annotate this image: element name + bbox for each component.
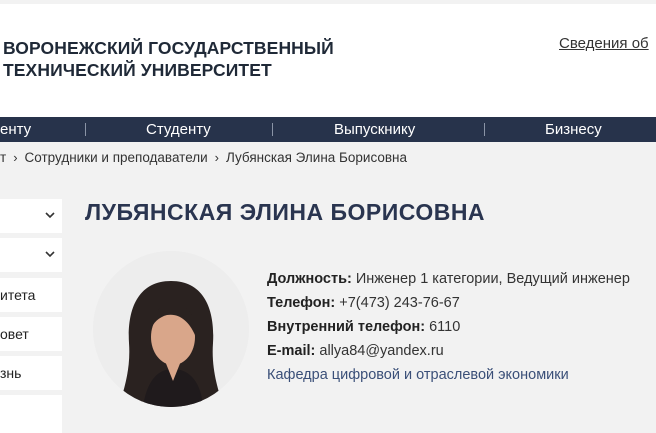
- info-link[interactable]: Сведения об: [559, 35, 649, 52]
- internal-phone-value: 6110: [429, 319, 461, 335]
- university-name-line2: ТЕХНИЧЕСКИЙ УНИВЕРСИТЕТ: [3, 60, 272, 80]
- position-value: Инженер 1 категории, Ведущий инженер: [355, 271, 630, 287]
- breadcrumb: т › Сотрудники и преподаватели › Лубянская Э…: [0, 147, 407, 169]
- breadcrumb-item-home[interactable]: т: [0, 147, 6, 169]
- internal-phone-label: Внутренний телефон:: [267, 319, 426, 335]
- department-row: Кафедра цифровой и отраслевой экономики: [267, 367, 569, 383]
- phone-row: Телефон: +7(473) 243-76-67: [267, 295, 460, 311]
- position-row: Должность: Инженер 1 категории, Ведущий …: [267, 271, 630, 287]
- email-label: E-mail:: [267, 343, 316, 359]
- university-name[interactable]: ВОРОНЕЖСКИЙ ГОСУДАРСТВЕННЫЙ ТЕХНИЧЕСКИЙ …: [3, 37, 334, 81]
- chevron-down-icon: [44, 238, 56, 272]
- sidebar-item-6[interactable]: [0, 395, 62, 433]
- chevron-down-icon: [44, 199, 56, 233]
- sidebar-item-label: овет: [0, 326, 29, 342]
- header-top-strip: [0, 0, 656, 4]
- sidebar-item-label: знь: [0, 365, 22, 381]
- university-name-line1: ВОРОНЕЖСКИЙ ГОСУДАРСТВЕННЫЙ: [3, 38, 334, 58]
- email-row: E-mail: allya84@yandex.ru: [267, 343, 444, 359]
- person-name-heading: ЛУБЯНСКАЯ ЭЛИНА БОРИСОВНА: [85, 199, 486, 225]
- sidebar-item-1[interactable]: [0, 199, 62, 233]
- breadcrumb-item-staff[interactable]: Сотрудники и преподаватели: [25, 147, 208, 169]
- chevron-right-icon: ›: [13, 150, 18, 165]
- nav-item-student[interactable]: Студенту: [146, 117, 211, 142]
- nav-item-business[interactable]: Бизнесу: [545, 117, 602, 142]
- department-link[interactable]: Кафедра цифровой и отраслевой экономики: [267, 367, 569, 383]
- main-nav: енту Студенту Выпускнику Бизнесу: [0, 117, 656, 142]
- phone-label: Телефон:: [267, 295, 336, 311]
- chevron-right-icon: ›: [214, 150, 220, 165]
- sidebar-item-2[interactable]: [0, 238, 62, 272]
- site-header: ВОРОНЕЖСКИЙ ГОСУДАРСТВЕННЫЙ ТЕХНИЧЕСКИЙ …: [0, 0, 656, 117]
- sidebar-item-4[interactable]: овет: [0, 317, 62, 351]
- position-label: Должность:: [267, 271, 352, 287]
- nav-item-graduate[interactable]: Выпускнику: [334, 117, 415, 142]
- internal-phone-row: Внутренний телефон: 6110: [267, 319, 460, 335]
- sidebar-item-label: итета: [0, 287, 36, 303]
- nav-separator: [484, 123, 485, 136]
- nav-separator: [272, 123, 273, 136]
- profile-photo: [93, 251, 249, 407]
- sidebar-item-3[interactable]: итета: [0, 278, 62, 312]
- email-value[interactable]: allya84@yandex.ru: [319, 343, 443, 359]
- nav-separator: [85, 123, 86, 136]
- sidebar-item-5[interactable]: знь: [0, 356, 62, 390]
- nav-item-applicant[interactable]: енту: [0, 117, 31, 142]
- breadcrumb-item-current: Лубянская Элина Борисовна: [226, 150, 407, 165]
- phone-value[interactable]: +7(473) 243-76-67: [339, 295, 460, 311]
